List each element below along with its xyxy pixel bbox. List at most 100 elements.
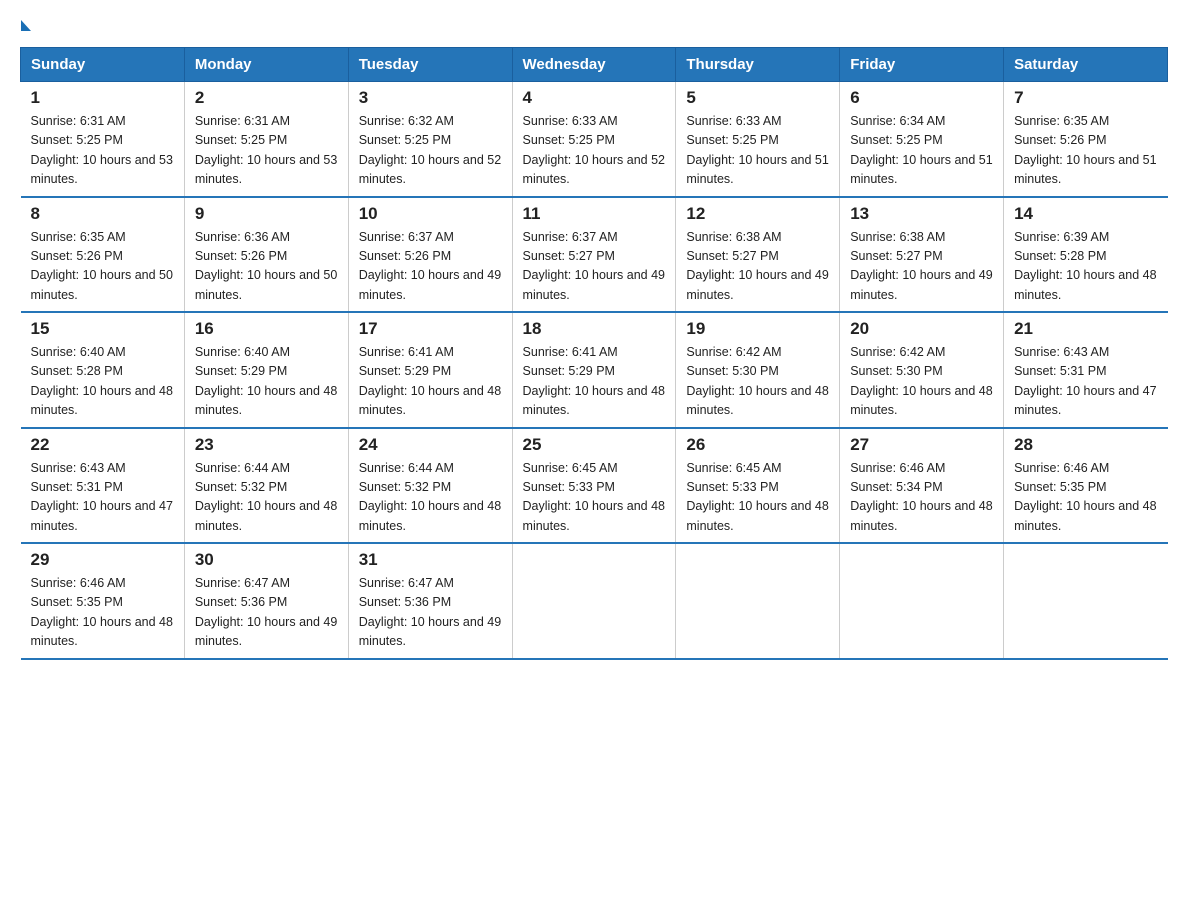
calendar-cell: 30 Sunrise: 6:47 AM Sunset: 5:36 PM Dayl…: [184, 543, 348, 659]
day-info: Sunrise: 6:37 AM Sunset: 5:26 PM Dayligh…: [359, 228, 502, 306]
day-number: 6: [850, 88, 993, 108]
day-number: 11: [523, 204, 666, 224]
day-info: Sunrise: 6:40 AM Sunset: 5:29 PM Dayligh…: [195, 343, 338, 421]
day-number: 15: [31, 319, 174, 339]
week-row-3: 15 Sunrise: 6:40 AM Sunset: 5:28 PM Dayl…: [21, 312, 1168, 428]
column-header-thursday: Thursday: [676, 48, 840, 82]
calendar-cell: 27 Sunrise: 6:46 AM Sunset: 5:34 PM Dayl…: [840, 428, 1004, 544]
calendar-cell: 11 Sunrise: 6:37 AM Sunset: 5:27 PM Dayl…: [512, 197, 676, 313]
day-info: Sunrise: 6:42 AM Sunset: 5:30 PM Dayligh…: [686, 343, 829, 421]
calendar-cell: 26 Sunrise: 6:45 AM Sunset: 5:33 PM Dayl…: [676, 428, 840, 544]
day-number: 17: [359, 319, 502, 339]
week-row-1: 1 Sunrise: 6:31 AM Sunset: 5:25 PM Dayli…: [21, 82, 1168, 197]
column-header-tuesday: Tuesday: [348, 48, 512, 82]
calendar-cell: 29 Sunrise: 6:46 AM Sunset: 5:35 PM Dayl…: [21, 543, 185, 659]
day-number: 12: [686, 204, 829, 224]
day-info: Sunrise: 6:41 AM Sunset: 5:29 PM Dayligh…: [359, 343, 502, 421]
day-number: 23: [195, 435, 338, 455]
page-header: [20, 20, 1168, 31]
day-number: 29: [31, 550, 174, 570]
day-number: 25: [523, 435, 666, 455]
day-number: 1: [31, 88, 174, 108]
day-info: Sunrise: 6:36 AM Sunset: 5:26 PM Dayligh…: [195, 228, 338, 306]
day-info: Sunrise: 6:34 AM Sunset: 5:25 PM Dayligh…: [850, 112, 993, 190]
day-info: Sunrise: 6:37 AM Sunset: 5:27 PM Dayligh…: [523, 228, 666, 306]
calendar-cell: 12 Sunrise: 6:38 AM Sunset: 5:27 PM Dayl…: [676, 197, 840, 313]
day-number: 28: [1014, 435, 1157, 455]
day-info: Sunrise: 6:38 AM Sunset: 5:27 PM Dayligh…: [850, 228, 993, 306]
calendar-cell: 20 Sunrise: 6:42 AM Sunset: 5:30 PM Dayl…: [840, 312, 1004, 428]
day-number: 9: [195, 204, 338, 224]
column-header-monday: Monday: [184, 48, 348, 82]
calendar-cell: [512, 543, 676, 659]
day-info: Sunrise: 6:46 AM Sunset: 5:35 PM Dayligh…: [1014, 459, 1157, 537]
day-number: 24: [359, 435, 502, 455]
column-header-friday: Friday: [840, 48, 1004, 82]
calendar-cell: 7 Sunrise: 6:35 AM Sunset: 5:26 PM Dayli…: [1004, 82, 1168, 197]
calendar-cell: 5 Sunrise: 6:33 AM Sunset: 5:25 PM Dayli…: [676, 82, 840, 197]
calendar-cell: 1 Sunrise: 6:31 AM Sunset: 5:25 PM Dayli…: [21, 82, 185, 197]
calendar-table: SundayMondayTuesdayWednesdayThursdayFrid…: [20, 47, 1168, 660]
calendar-cell: 19 Sunrise: 6:42 AM Sunset: 5:30 PM Dayl…: [676, 312, 840, 428]
day-number: 4: [523, 88, 666, 108]
column-header-saturday: Saturday: [1004, 48, 1168, 82]
calendar-cell: 4 Sunrise: 6:33 AM Sunset: 5:25 PM Dayli…: [512, 82, 676, 197]
calendar-cell: 31 Sunrise: 6:47 AM Sunset: 5:36 PM Dayl…: [348, 543, 512, 659]
day-info: Sunrise: 6:35 AM Sunset: 5:26 PM Dayligh…: [1014, 112, 1157, 190]
calendar-cell: 2 Sunrise: 6:31 AM Sunset: 5:25 PM Dayli…: [184, 82, 348, 197]
day-number: 3: [359, 88, 502, 108]
week-row-5: 29 Sunrise: 6:46 AM Sunset: 5:35 PM Dayl…: [21, 543, 1168, 659]
calendar-cell: 9 Sunrise: 6:36 AM Sunset: 5:26 PM Dayli…: [184, 197, 348, 313]
calendar-cell: 22 Sunrise: 6:43 AM Sunset: 5:31 PM Dayl…: [21, 428, 185, 544]
logo-arrow-icon: [21, 20, 31, 31]
day-info: Sunrise: 6:35 AM Sunset: 5:26 PM Dayligh…: [31, 228, 174, 306]
day-number: 8: [31, 204, 174, 224]
calendar-cell: 16 Sunrise: 6:40 AM Sunset: 5:29 PM Dayl…: [184, 312, 348, 428]
calendar-cell: 23 Sunrise: 6:44 AM Sunset: 5:32 PM Dayl…: [184, 428, 348, 544]
calendar-cell: 8 Sunrise: 6:35 AM Sunset: 5:26 PM Dayli…: [21, 197, 185, 313]
calendar-cell: 28 Sunrise: 6:46 AM Sunset: 5:35 PM Dayl…: [1004, 428, 1168, 544]
calendar-cell: 3 Sunrise: 6:32 AM Sunset: 5:25 PM Dayli…: [348, 82, 512, 197]
day-number: 2: [195, 88, 338, 108]
day-number: 31: [359, 550, 502, 570]
calendar-cell: 6 Sunrise: 6:34 AM Sunset: 5:25 PM Dayli…: [840, 82, 1004, 197]
day-number: 13: [850, 204, 993, 224]
day-info: Sunrise: 6:44 AM Sunset: 5:32 PM Dayligh…: [195, 459, 338, 537]
day-number: 5: [686, 88, 829, 108]
day-info: Sunrise: 6:44 AM Sunset: 5:32 PM Dayligh…: [359, 459, 502, 537]
day-number: 14: [1014, 204, 1157, 224]
day-info: Sunrise: 6:32 AM Sunset: 5:25 PM Dayligh…: [359, 112, 502, 190]
day-number: 10: [359, 204, 502, 224]
day-number: 20: [850, 319, 993, 339]
day-info: Sunrise: 6:47 AM Sunset: 5:36 PM Dayligh…: [359, 574, 502, 652]
day-info: Sunrise: 6:47 AM Sunset: 5:36 PM Dayligh…: [195, 574, 338, 652]
day-number: 7: [1014, 88, 1157, 108]
day-number: 27: [850, 435, 993, 455]
column-header-wednesday: Wednesday: [512, 48, 676, 82]
day-info: Sunrise: 6:38 AM Sunset: 5:27 PM Dayligh…: [686, 228, 829, 306]
day-number: 22: [31, 435, 174, 455]
day-number: 21: [1014, 319, 1157, 339]
day-number: 19: [686, 319, 829, 339]
calendar-cell: 10 Sunrise: 6:37 AM Sunset: 5:26 PM Dayl…: [348, 197, 512, 313]
column-header-sunday: Sunday: [21, 48, 185, 82]
calendar-cell: 13 Sunrise: 6:38 AM Sunset: 5:27 PM Dayl…: [840, 197, 1004, 313]
day-info: Sunrise: 6:42 AM Sunset: 5:30 PM Dayligh…: [850, 343, 993, 421]
calendar-cell: 25 Sunrise: 6:45 AM Sunset: 5:33 PM Dayl…: [512, 428, 676, 544]
week-row-4: 22 Sunrise: 6:43 AM Sunset: 5:31 PM Dayl…: [21, 428, 1168, 544]
logo: [20, 20, 32, 31]
calendar-cell: [840, 543, 1004, 659]
day-info: Sunrise: 6:33 AM Sunset: 5:25 PM Dayligh…: [686, 112, 829, 190]
calendar-cell: 17 Sunrise: 6:41 AM Sunset: 5:29 PM Dayl…: [348, 312, 512, 428]
day-info: Sunrise: 6:41 AM Sunset: 5:29 PM Dayligh…: [523, 343, 666, 421]
day-info: Sunrise: 6:33 AM Sunset: 5:25 PM Dayligh…: [523, 112, 666, 190]
day-number: 18: [523, 319, 666, 339]
day-info: Sunrise: 6:40 AM Sunset: 5:28 PM Dayligh…: [31, 343, 174, 421]
day-info: Sunrise: 6:45 AM Sunset: 5:33 PM Dayligh…: [523, 459, 666, 537]
day-number: 30: [195, 550, 338, 570]
day-info: Sunrise: 6:43 AM Sunset: 5:31 PM Dayligh…: [1014, 343, 1157, 421]
day-number: 16: [195, 319, 338, 339]
calendar-cell: 21 Sunrise: 6:43 AM Sunset: 5:31 PM Dayl…: [1004, 312, 1168, 428]
day-info: Sunrise: 6:45 AM Sunset: 5:33 PM Dayligh…: [686, 459, 829, 537]
calendar-cell: 15 Sunrise: 6:40 AM Sunset: 5:28 PM Dayl…: [21, 312, 185, 428]
